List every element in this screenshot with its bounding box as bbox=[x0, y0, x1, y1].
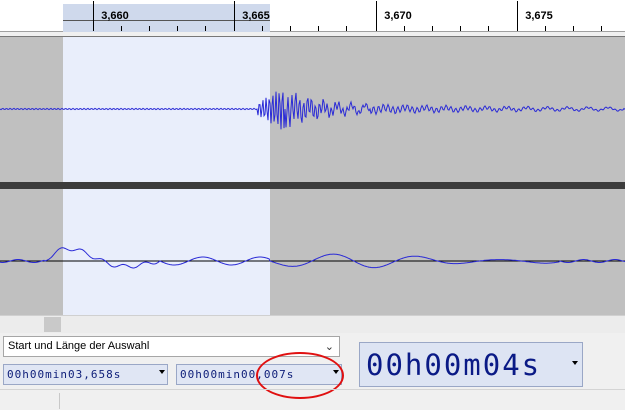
audio-track-2[interactable] bbox=[0, 189, 625, 315]
minor-tick bbox=[121, 26, 122, 31]
ruler-tick-label: 3,675 bbox=[525, 10, 553, 22]
minor-tick bbox=[432, 26, 433, 31]
timeline-ruler[interactable]: 3,660 3,665 3,670 3,675 bbox=[0, 0, 625, 32]
status-separator bbox=[59, 393, 60, 409]
selection-start-value[interactable]: 00h00min03,658s bbox=[7, 368, 121, 381]
minor-tick bbox=[290, 26, 291, 31]
minor-tick bbox=[149, 26, 150, 31]
chevron-down-icon[interactable]: ⌄ bbox=[325, 340, 334, 353]
track-divider[interactable] bbox=[0, 182, 625, 189]
minor-tick bbox=[262, 26, 263, 31]
major-tick bbox=[234, 1, 235, 31]
minor-tick bbox=[573, 26, 574, 31]
minor-tick bbox=[488, 26, 489, 31]
ruler-tick-label: 3,670 bbox=[384, 10, 412, 22]
audio-position-value: 00h00m04s bbox=[366, 348, 542, 382]
triangle-down-icon[interactable] bbox=[159, 370, 165, 374]
status-bar bbox=[0, 389, 625, 410]
minor-tick bbox=[205, 26, 206, 31]
minor-tick bbox=[177, 26, 178, 31]
minor-tick bbox=[404, 26, 405, 31]
ruler-tick-label: 3,660 bbox=[101, 10, 129, 22]
selection-start-field[interactable]: 00h00min03,658s bbox=[3, 364, 168, 385]
major-tick bbox=[376, 1, 377, 31]
scrollbar-thumb[interactable] bbox=[44, 317, 61, 332]
minor-tick bbox=[460, 26, 461, 31]
major-tick bbox=[93, 1, 94, 31]
waveform-2 bbox=[0, 247, 625, 269]
selection-range-marker bbox=[63, 20, 270, 21]
waveform-1 bbox=[0, 91, 625, 130]
audio-track-1[interactable] bbox=[0, 36, 625, 182]
ruler-tick-label: 3,665 bbox=[242, 10, 270, 22]
minor-tick bbox=[545, 26, 546, 31]
selection-mode-label: Start und Länge der Auswahl bbox=[8, 340, 150, 352]
minor-tick bbox=[346, 26, 347, 31]
major-tick bbox=[517, 1, 518, 31]
audio-position-display[interactable]: 00h00m04s bbox=[359, 342, 583, 387]
triangle-down-icon[interactable] bbox=[572, 361, 578, 365]
selection-indicator bbox=[63, 4, 270, 32]
minor-tick bbox=[318, 26, 319, 31]
minor-tick bbox=[601, 26, 602, 31]
horizontal-scrollbar[interactable] bbox=[0, 315, 625, 333]
